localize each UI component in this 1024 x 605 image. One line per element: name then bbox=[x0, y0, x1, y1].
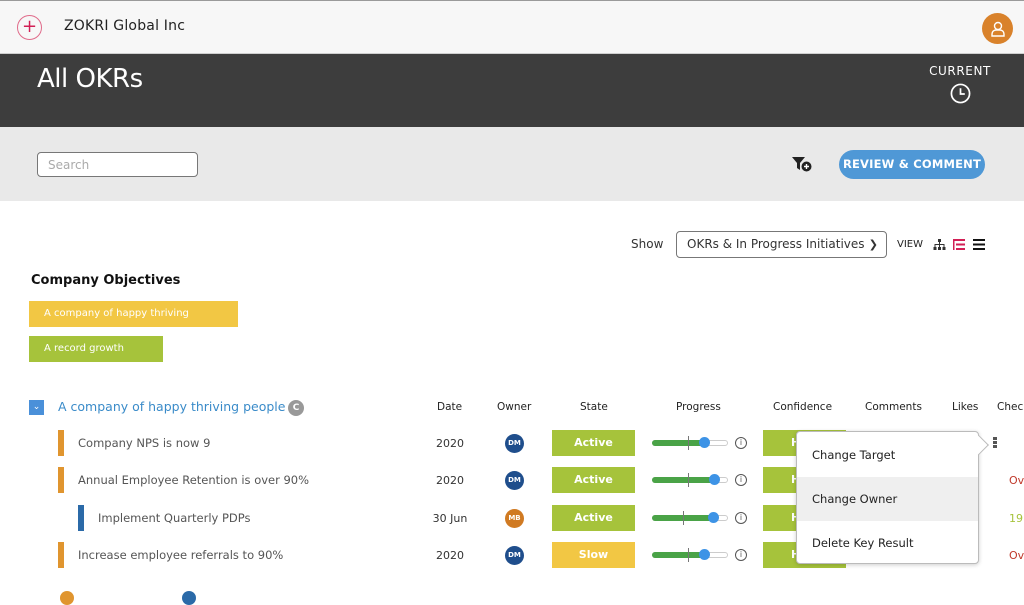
info-icon[interactable]: i bbox=[735, 549, 747, 561]
owner-avatar bbox=[182, 591, 196, 605]
show-label: Show bbox=[631, 237, 664, 251]
column-header-likes[interactable]: Likes bbox=[952, 401, 978, 413]
menu-item-change-owner[interactable]: Change Owner bbox=[797, 477, 978, 521]
slider-fill bbox=[652, 477, 715, 483]
column-header-owner[interactable]: Owner bbox=[497, 401, 531, 413]
progress-slider[interactable] bbox=[652, 511, 728, 525]
period-label: CURRENT bbox=[929, 64, 991, 78]
owner-avatar bbox=[60, 591, 74, 605]
user-avatar-button[interactable] bbox=[982, 13, 1013, 44]
show-dropdown[interactable]: OKRs & In Progress Initiatives ❯ bbox=[676, 231, 887, 258]
checkin-status: 19 bbox=[1009, 512, 1023, 525]
expected-progress-marker bbox=[687, 473, 689, 487]
owner-avatar[interactable]: DM bbox=[505, 471, 524, 490]
column-header-checkin[interactable]: Chec bbox=[997, 401, 1023, 413]
key-result-name[interactable]: Implement Quarterly PDPs bbox=[98, 511, 251, 525]
checkin-status: Ov bbox=[1009, 549, 1024, 562]
column-header-state[interactable]: State bbox=[580, 401, 608, 413]
top-bar: + ZOKRI Global Inc bbox=[0, 0, 1024, 54]
company-objective-chip[interactable]: A company of happy thriving people bbox=[29, 301, 238, 345]
slider-fill bbox=[652, 440, 704, 446]
key-result-date: 2020 bbox=[436, 549, 464, 562]
review-comment-button[interactable]: REVIEW & COMMENT bbox=[839, 150, 985, 179]
column-header-confidence[interactable]: Confidence bbox=[773, 401, 832, 413]
expected-progress-marker bbox=[687, 548, 689, 562]
state-badge[interactable]: Slow bbox=[552, 542, 635, 568]
filter-bar: REVIEW & COMMENT bbox=[0, 127, 1024, 201]
owner-avatar[interactable]: DM bbox=[505, 434, 524, 453]
info-icon[interactable]: i bbox=[735, 474, 747, 486]
key-result-name[interactable]: Increase employee referrals to 90% bbox=[78, 548, 283, 562]
company-objectives-title: Company Objectives bbox=[31, 273, 181, 288]
chevron-down-icon: ❯ bbox=[868, 238, 878, 251]
menu-item-change-target[interactable]: Change Target bbox=[797, 433, 978, 477]
chevron-down-icon: ⌄ bbox=[32, 402, 41, 412]
column-header-date[interactable]: Date bbox=[437, 401, 462, 413]
slider-fill bbox=[652, 552, 704, 558]
objective-title[interactable]: A company of happy thriving people bbox=[58, 399, 285, 414]
slider-handle[interactable] bbox=[698, 549, 710, 560]
slider-handle[interactable] bbox=[698, 437, 710, 448]
hierarchy-icon[interactable] bbox=[933, 238, 946, 251]
filter-add-icon[interactable] bbox=[791, 155, 813, 173]
company-objective-chip[interactable]: A record growth year bbox=[29, 336, 163, 380]
progress-slider[interactable] bbox=[652, 436, 728, 450]
progress-slider[interactable] bbox=[652, 548, 728, 562]
expected-progress-marker bbox=[683, 511, 685, 525]
progress-slider[interactable] bbox=[652, 473, 728, 487]
state-badge[interactable]: Active bbox=[552, 467, 635, 493]
key-result-date: 2020 bbox=[436, 437, 464, 450]
key-result-name[interactable]: Annual Employee Retention is over 90% bbox=[78, 473, 309, 487]
column-header-comments[interactable]: Comments bbox=[865, 401, 922, 413]
search-input[interactable] bbox=[37, 152, 198, 177]
owner-avatar[interactable]: DM bbox=[505, 546, 524, 565]
add-button[interactable]: + bbox=[17, 15, 42, 40]
key-result-color-bar bbox=[78, 505, 84, 531]
view-label: VIEW bbox=[897, 239, 923, 250]
key-result-color-bar bbox=[58, 467, 64, 493]
slider-handle[interactable] bbox=[709, 474, 721, 485]
info-icon[interactable]: i bbox=[735, 512, 747, 524]
key-result-name[interactable]: Company NPS is now 9 bbox=[78, 436, 210, 450]
menu-item-delete-key-result[interactable]: Delete Key Result bbox=[797, 521, 978, 565]
key-result-color-bar bbox=[58, 542, 64, 568]
organization-name: ZOKRI Global Inc bbox=[64, 18, 186, 34]
key-result-color-bar bbox=[58, 430, 64, 456]
context-menu: Change Target Change Owner Delete Key Re… bbox=[796, 431, 989, 565]
checkin-status: Ov bbox=[1009, 474, 1024, 487]
company-badge: C bbox=[288, 400, 304, 416]
kebab-menu-icon[interactable] bbox=[993, 437, 998, 450]
state-badge[interactable]: Active bbox=[552, 430, 635, 456]
key-result-date: 2020 bbox=[436, 474, 464, 487]
page-header: All OKRs CURRENT bbox=[0, 54, 1024, 127]
state-badge[interactable]: Active bbox=[552, 505, 635, 531]
period-selector[interactable]: CURRENT bbox=[929, 64, 991, 108]
user-icon bbox=[990, 21, 1005, 37]
slider-handle[interactable] bbox=[707, 512, 719, 523]
column-header-progress[interactable]: Progress bbox=[676, 401, 721, 413]
key-result-date: 30 Jun bbox=[432, 512, 468, 525]
page-title: All OKRs bbox=[37, 64, 143, 94]
clock-icon bbox=[950, 83, 970, 104]
show-dropdown-value: OKRs & In Progress Initiatives bbox=[687, 237, 865, 251]
owner-avatar[interactable]: MB bbox=[505, 509, 524, 528]
list-icon[interactable] bbox=[973, 238, 986, 251]
info-icon[interactable]: i bbox=[735, 437, 747, 449]
indented-list-icon[interactable] bbox=[953, 238, 966, 251]
expected-progress-marker bbox=[687, 436, 689, 450]
collapse-toggle[interactable]: ⌄ bbox=[29, 400, 44, 415]
plus-icon: + bbox=[21, 16, 38, 37]
